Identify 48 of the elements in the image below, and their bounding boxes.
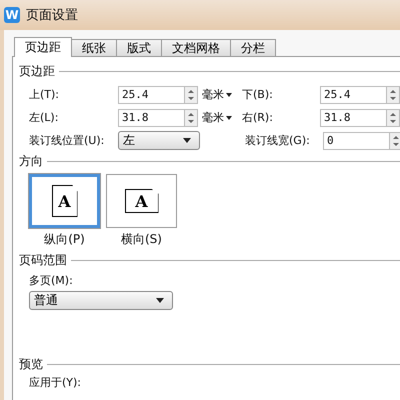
field-label: 多页(M): xyxy=(29,273,73,288)
tab[interactable]: 分栏 xyxy=(230,39,276,56)
number-field[interactable]: 25.4 xyxy=(320,86,387,104)
tab[interactable]: 页边距 xyxy=(14,37,72,57)
up-down-arrows-icon xyxy=(187,88,195,102)
orientation-button[interactable]: A xyxy=(106,174,177,228)
number-field[interactable]: 0 xyxy=(323,132,390,150)
field-label: 右(R): xyxy=(242,110,274,125)
unit-dropdown[interactable]: 毫米 xyxy=(198,110,242,125)
spin-button[interactable] xyxy=(387,86,400,104)
caret-icon xyxy=(183,138,191,143)
up-down-arrows-icon xyxy=(392,134,400,148)
spin-button[interactable] xyxy=(185,86,198,104)
section-title: 预览 xyxy=(19,356,43,373)
field-label: 装订线宽(G): xyxy=(245,133,311,148)
number-field[interactable]: 25.4 xyxy=(118,86,185,104)
unit-dropdown[interactable]: 毫米 xyxy=(198,87,242,102)
orientation-button[interactable]: A xyxy=(29,174,100,228)
section-title: 页边距 xyxy=(19,63,55,80)
spin-button[interactable] xyxy=(387,108,400,126)
dropdown[interactable]: 普通 xyxy=(29,291,173,310)
number-field[interactable]: 31.8 xyxy=(118,108,185,126)
field-label: 装订线位置(U): xyxy=(29,133,106,148)
tab[interactable]: 版式 xyxy=(116,39,162,56)
tab[interactable]: 纸张 xyxy=(71,39,117,56)
caret-icon xyxy=(226,116,232,120)
field-label: 左(L): xyxy=(29,110,60,125)
app-icon: W xyxy=(4,7,20,23)
section-title: 页码范围 xyxy=(19,252,67,269)
page-icon: A xyxy=(52,185,78,217)
tab[interactable]: 文档网格 xyxy=(161,39,231,56)
up-down-arrows-icon xyxy=(187,110,195,124)
window-title: 页面设置 xyxy=(26,7,78,24)
caret-icon xyxy=(156,298,164,303)
dropdown[interactable]: 左 xyxy=(118,131,200,150)
page-icon: A xyxy=(124,189,158,213)
up-down-arrows-icon xyxy=(389,110,397,124)
spin-button[interactable] xyxy=(390,132,400,150)
option-label: 横向(S) xyxy=(121,231,162,248)
spin-button[interactable] xyxy=(185,108,198,126)
option-label: 纵向(P) xyxy=(44,231,85,248)
section-title: 方向 xyxy=(19,153,43,170)
field-label: 应用于(Y): xyxy=(29,375,82,390)
field-label: 下(B): xyxy=(242,87,274,102)
caret-icon xyxy=(226,92,232,96)
field-label: 上(T): xyxy=(29,87,60,102)
up-down-arrows-icon xyxy=(389,88,397,102)
number-field[interactable]: 31.8 xyxy=(320,108,387,126)
